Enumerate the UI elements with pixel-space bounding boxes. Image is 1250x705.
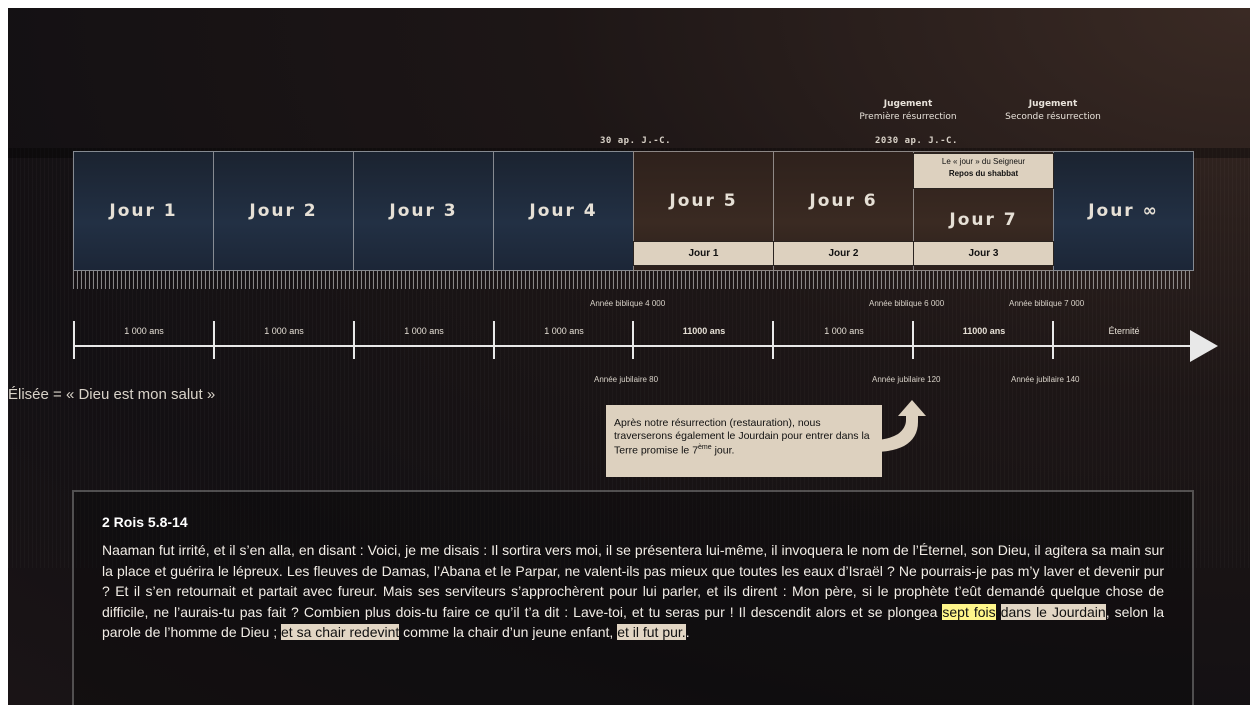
timeline-arrow-icon: [1190, 330, 1218, 362]
date-2030ad: 2030 ap. J.-C.: [875, 136, 958, 146]
segment-label: 1 000 ans: [124, 326, 164, 336]
highlight-seven-times: sept fois: [942, 603, 996, 620]
slide: Jugement Première résurrection Jugement …: [8, 8, 1250, 705]
jubilee-year-120: Année jubilaire 120: [872, 375, 941, 384]
subday-label: Jour 1: [688, 248, 719, 259]
highlight-was-clean: et il fut pur.: [617, 624, 686, 640]
day-label: Jour 5: [669, 191, 738, 211]
subday-label: Jour 2: [828, 248, 859, 259]
segment-label: 1 000 ans: [404, 326, 444, 336]
judgement-second-sub: Seconde résurrection: [1005, 112, 1101, 122]
lords-day-line1: Le « jour » du Seigneur: [941, 157, 1026, 166]
minor-ticks: [73, 271, 1193, 289]
day-panel-2: Jour 2: [213, 151, 354, 271]
judgement-first-label: Jugement Première résurrection: [848, 98, 968, 124]
jubilee-year-140: Année jubilaire 140: [1011, 375, 1080, 384]
lords-day-line2: Repos du shabbat: [948, 169, 1019, 178]
subday-box-3: Jour 3: [913, 241, 1054, 266]
passage-part: .: [685, 624, 690, 640]
day-label: Jour 7: [949, 210, 1018, 230]
date-30ad: 30 ap. J.-C.: [600, 136, 672, 146]
passage-part: comme la chair d’un jeune enfant,: [399, 624, 618, 640]
biblical-year-4000: Année biblique 4 000: [590, 299, 666, 308]
day-label: Jour 3: [389, 201, 458, 221]
timeline-axis: [74, 345, 1194, 347]
subday-label: Jour 3: [968, 248, 999, 259]
bent-arrow-icon: [874, 400, 926, 452]
scripture-reference: 2 Rois 5.8-14: [102, 514, 188, 530]
judgement-first-title: Jugement: [883, 99, 933, 109]
biblical-year-7000: Année biblique 7 000: [1009, 299, 1085, 308]
note-end: jour.: [711, 444, 735, 457]
segment-label: 11000 ans: [682, 326, 726, 336]
subday-box-1: Jour 1: [633, 241, 774, 266]
highlight-flesh-restored: et sa chair redevint: [281, 624, 400, 640]
biblical-year-6000: Année biblique 6 000: [869, 299, 945, 308]
segment-label: Éternité: [1108, 326, 1140, 336]
day-panel-4: Jour 4: [493, 151, 634, 271]
note-text: Après notre résurrection (restauration),…: [614, 417, 870, 457]
day-label: Jour 4: [529, 201, 598, 221]
segment-label: 1 000 ans: [824, 326, 864, 336]
segment-label: 1 000 ans: [264, 326, 304, 336]
elisee-caption: Élisée = « Dieu est mon salut »: [8, 386, 216, 403]
segment-label: 1 000 ans: [544, 326, 584, 336]
scripture-text: Naaman fut irrité, et il s’en alla, en d…: [102, 540, 1164, 643]
day-panel-3: Jour 3: [353, 151, 494, 271]
scripture-panel: 2 Rois 5.8-14 Naaman fut irrité, et il s…: [72, 490, 1194, 705]
day-panel-infinity: Jour ∞: [1053, 151, 1194, 271]
passage-part: [996, 604, 1001, 620]
day-label: Jour 6: [809, 191, 878, 211]
judgement-second-label: Jugement Seconde résurrection: [993, 98, 1113, 124]
resurrection-note: Après notre résurrection (restauration),…: [606, 405, 882, 477]
day-label: Jour 1: [109, 201, 178, 221]
segment-label: 11000 ans: [962, 326, 1006, 336]
day-label: Jour 2: [249, 201, 318, 221]
subday-box-2: Jour 2: [773, 241, 914, 266]
highlight-jordan: dans le Jourdain: [1000, 603, 1106, 620]
jubilee-year-80: Année jubilaire 80: [594, 375, 659, 384]
judgement-first-sub: Première résurrection: [859, 112, 957, 122]
note-sup: ème: [698, 444, 712, 451]
day-label: Jour ∞: [1088, 201, 1159, 221]
day-panel-1: Jour 1: [73, 151, 214, 271]
judgement-second-title: Jugement: [1028, 99, 1078, 109]
lords-day-box: Le « jour » du Seigneur Repos du shabbat: [913, 153, 1054, 189]
